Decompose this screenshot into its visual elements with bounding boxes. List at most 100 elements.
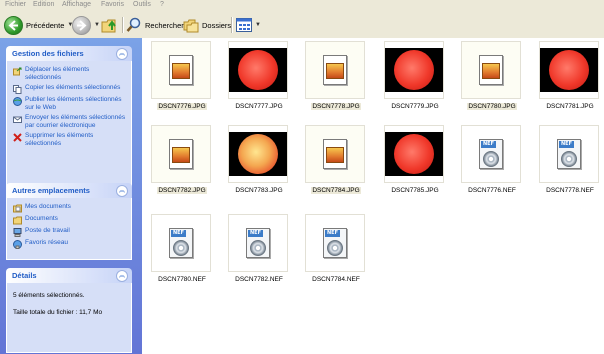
menu-help[interactable]: ? — [160, 1, 164, 8]
place-my-documents-label: Mes documents — [25, 203, 71, 210]
details-header[interactable]: Détails ︽ — [6, 268, 132, 283]
publish-web-icon — [13, 97, 22, 106]
place-network[interactable]: Favoris réseau — [13, 239, 126, 249]
file-name-text: DSCN7776.NEF — [468, 187, 516, 194]
file-thumbnail[interactable]: NEF DSCN7778.NEF — [532, 125, 604, 199]
task-move-label: Déplacer les éléments sélectionnés — [25, 66, 90, 81]
menu-fichier[interactable]: Fichier — [5, 1, 26, 8]
network-icon — [13, 240, 22, 249]
file-name-label: DSCN7779.JPG — [377, 103, 453, 110]
image-file-icon — [169, 139, 193, 169]
selection-count: 5 éléments sélectionnés. — [13, 292, 85, 299]
views-icon — [236, 18, 252, 32]
thumbnail-frame — [461, 41, 521, 99]
details-title: Détails — [12, 271, 37, 280]
image-file-icon — [169, 55, 193, 85]
views-dropdown-icon[interactable]: ▼ — [255, 22, 261, 28]
file-thumbnail[interactable]: DSCN7778.JPG — [298, 41, 374, 115]
search-button[interactable]: Rechercher — [126, 15, 184, 35]
nef-file-icon: NEF — [169, 228, 193, 258]
toolbar: Précédente ▼ ▼ Rechercher Dossiers ▼ — [0, 12, 604, 39]
file-thumbnail[interactable]: NEF DSCN7782.NEF — [221, 214, 297, 288]
other-places-header[interactable]: Autres emplacements ︽ — [6, 183, 132, 198]
up-folder-button[interactable] — [101, 15, 119, 35]
menu-favoris[interactable]: Favoris — [101, 1, 124, 8]
file-name-label: DSCN7782.NEF — [221, 276, 297, 283]
file-thumbnail[interactable]: DSCN7781.JPG — [532, 41, 604, 115]
file-thumbnail[interactable]: NEF DSCN7776.NEF — [454, 125, 530, 199]
thumbnail-frame — [384, 125, 444, 183]
file-name-label: DSCN7778.NEF — [532, 187, 604, 194]
file-thumbnail[interactable]: DSCN7779.JPG — [377, 41, 453, 115]
menu-outils[interactable]: Outils — [133, 1, 151, 8]
file-name-text: DSCN7778.NEF — [546, 187, 594, 194]
task-copy[interactable]: Copier les éléments sélectionnés — [13, 84, 126, 94]
back-button-label: Précédente — [26, 20, 65, 30]
image-file-icon — [323, 55, 347, 85]
file-name-text: DSCN7777.JPG — [235, 103, 283, 110]
sun-disc — [394, 50, 434, 90]
file-name-label: DSCN7780.JPG — [454, 103, 530, 110]
film-reel-icon — [483, 151, 499, 167]
task-delete[interactable]: Supprimer les éléments sélectionnés — [13, 132, 126, 148]
documents-folder-icon — [13, 216, 22, 225]
views-button[interactable]: ▼ — [236, 15, 261, 35]
email-icon — [13, 116, 22, 123]
task-move[interactable]: Déplacer les éléments sélectionnés — [13, 66, 126, 82]
thumbnail-frame: NEF — [151, 214, 211, 272]
sun-photo-image — [385, 132, 443, 176]
collapse-icon[interactable]: ︽ — [116, 47, 128, 60]
sun-photo-image — [229, 48, 287, 92]
thumbnail-frame — [151, 125, 211, 183]
place-documents[interactable]: Documents — [13, 215, 126, 225]
file-thumbnail[interactable]: DSCN7784.JPG — [298, 125, 374, 199]
file-thumbnail[interactable]: DSCN7785.JPG — [377, 125, 453, 199]
sun-disc — [394, 134, 434, 174]
forward-button[interactable]: ▼ — [72, 15, 100, 35]
thumbnail-frame — [305, 41, 365, 99]
file-name-label: DSCN7783.JPG — [221, 187, 297, 194]
collapse-icon[interactable]: ︽ — [116, 184, 128, 197]
file-thumbnail[interactable]: DSCN7777.JPG — [221, 41, 297, 115]
file-thumbnail[interactable]: DSCN7776.JPG — [144, 41, 220, 115]
task-publish[interactable]: Publier les éléments sélectionnés sur le… — [13, 96, 126, 112]
forward-dropdown-icon[interactable]: ▼ — [94, 22, 100, 28]
file-name-label: DSCN7780.NEF — [144, 276, 220, 283]
file-thumbnail[interactable]: NEF DSCN7780.NEF — [144, 214, 220, 288]
back-button[interactable]: Précédente ▼ — [4, 15, 73, 35]
film-reel-icon — [250, 240, 266, 256]
file-thumbnail[interactable]: NEF DSCN7784.NEF — [298, 214, 374, 288]
thumbnail-frame — [228, 125, 288, 183]
file-thumbnail[interactable]: DSCN7782.JPG — [144, 125, 220, 199]
film-reel-icon — [173, 240, 189, 256]
folders-button[interactable]: Dossiers — [183, 15, 231, 35]
file-name-text: DSCN7782.NEF — [235, 276, 283, 283]
forward-arrow-icon — [72, 15, 91, 35]
place-my-computer[interactable]: Poste de travail — [13, 227, 126, 237]
collapse-icon[interactable]: ︽ — [116, 269, 128, 282]
place-my-documents[interactable]: Mes documents — [13, 203, 126, 213]
file-view[interactable]: DSCN7776.JPG DSCN7777.JPG DSCN7778.JPG DSCN… — [142, 38, 604, 354]
film-reel-icon — [327, 240, 343, 256]
nef-tag: NEF — [171, 230, 186, 237]
file-name-text: DSCN7781.JPG — [546, 103, 594, 110]
file-thumbnail[interactable]: DSCN7783.JPG — [221, 125, 297, 199]
folders-button-label: Dossiers — [202, 20, 232, 30]
file-tasks-header[interactable]: Gestion des fichiers ︽ — [6, 46, 132, 61]
nef-tag: NEF — [481, 141, 496, 148]
thumbnail-frame — [228, 41, 288, 99]
menu-edition[interactable]: Edition — [33, 1, 54, 8]
nef-file-icon: NEF — [323, 228, 347, 258]
file-name-label: DSCN7781.JPG — [532, 103, 604, 110]
file-thumbnail[interactable]: DSCN7780.JPG — [454, 41, 530, 115]
sun-photo-image — [540, 48, 598, 92]
menu-affichage[interactable]: Affichage — [62, 1, 91, 8]
file-name-text: DSCN7780.JPG — [467, 103, 517, 110]
file-tasks-title: Gestion des fichiers — [12, 49, 84, 58]
task-pane: Gestion des fichiers ︽ Déplacer les élém… — [0, 38, 142, 354]
file-name-label: DSCN7782.JPG — [144, 187, 220, 194]
place-my-computer-label: Poste de travail — [25, 227, 70, 234]
nef-tag: NEF — [248, 230, 263, 237]
sun-disc — [238, 50, 278, 90]
task-email[interactable]: Envoyer les éléments sélectionnés par co… — [13, 114, 126, 130]
